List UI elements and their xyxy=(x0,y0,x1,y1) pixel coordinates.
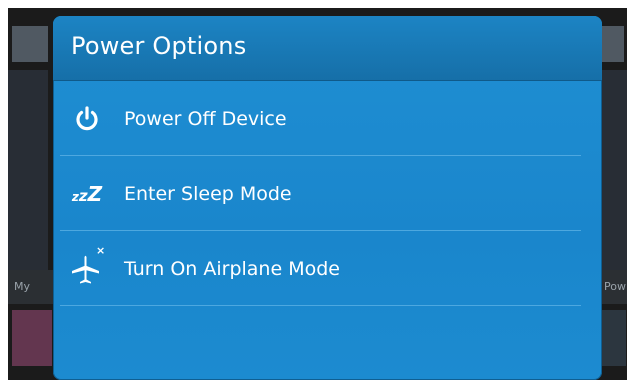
sleep-icon: zzZ xyxy=(71,181,103,206)
background-label: My xyxy=(14,280,31,293)
background-app-thumbnail xyxy=(12,310,52,366)
power-off-device-label: Power Off Device xyxy=(124,107,287,130)
enter-sleep-mode-item[interactable]: zzZ Enter Sleep Mode xyxy=(53,156,602,231)
background-panel xyxy=(8,70,48,270)
background-label: Pow xyxy=(604,280,626,293)
turn-on-airplane-mode-item[interactable]: × Turn On Airplane Mode xyxy=(53,231,602,306)
power-icon xyxy=(67,99,107,139)
power-options-menu: Power Off Device zzZ Enter Sleep Mode × … xyxy=(53,81,602,306)
airplane-off-badge: × xyxy=(96,244,106,257)
power-options-dialog: Power Options Power Off Device zzZ Enter… xyxy=(53,16,602,380)
power-off-device-item[interactable]: Power Off Device xyxy=(53,81,602,156)
dialog-header: Power Options xyxy=(53,16,602,81)
background-panel xyxy=(598,70,627,270)
turn-on-airplane-mode-label: Turn On Airplane Mode xyxy=(124,257,340,280)
dialog-title: Power Options xyxy=(71,32,247,60)
background-app-tile xyxy=(12,26,48,62)
enter-sleep-mode-label: Enter Sleep Mode xyxy=(124,182,292,205)
